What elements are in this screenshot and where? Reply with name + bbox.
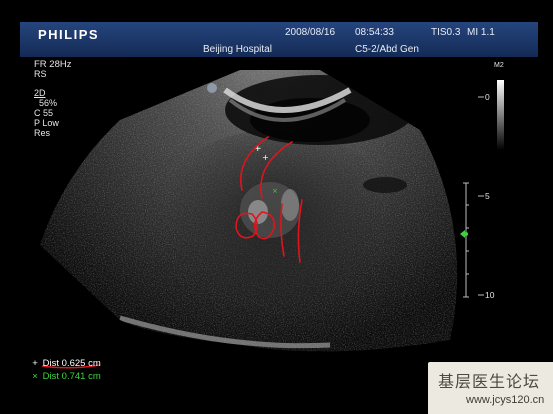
gain-value: 56%	[39, 98, 58, 108]
measurement-value: 0.625 cm	[61, 358, 101, 369]
svg-text:+: +	[262, 153, 269, 162]
measurement-label: Dist	[42, 371, 60, 382]
m2-label: M2	[494, 62, 504, 69]
exam-time: 08:54:33	[355, 27, 394, 38]
measurement-value: 0.741 cm	[61, 371, 101, 382]
frame-rate: FR 28Hz	[34, 59, 72, 70]
svg-text:×: ×	[272, 187, 278, 195]
caliper-plus-icon: +	[32, 358, 38, 369]
probe-preset: C5-2/Abd Gen	[355, 44, 419, 55]
measurement-row: × Dist 0.741 cm	[30, 371, 101, 382]
tis-index: TIS0.3	[431, 27, 461, 38]
rs-label: RS	[34, 69, 47, 79]
header-bar: PHILIPS 2008/08/16 08:54:33 TIS0.3 MI 1.…	[20, 22, 538, 57]
power-value: P Low	[34, 118, 59, 128]
measurement-label: Dist	[42, 358, 60, 369]
watermark-url: www.jcys120.cn	[466, 394, 545, 406]
res-label: Res	[34, 128, 51, 138]
hospital-name: Beijing Hospital	[203, 44, 272, 55]
caliper-cross-icon: ×	[32, 371, 38, 382]
brand-logo: PHILIPS	[38, 27, 100, 42]
ultrasound-screen: + + × PHILIPS 2008/08/16 08:54:33 TIS0.3…	[0, 0, 553, 414]
exam-date: 2008/08/16	[285, 27, 336, 38]
mode-label: 2D	[34, 88, 46, 98]
watermark-text: 基层医生论坛	[438, 372, 541, 391]
depth-tick-0: 0	[485, 92, 490, 102]
measurement-row: + Dist 0.625 cm	[30, 358, 101, 369]
watermark-badge: 基层医生论坛 www.jcys120.cn	[428, 362, 553, 414]
ultrasound-image: + + ×	[40, 70, 504, 369]
depth-tick-10: 10	[485, 290, 495, 300]
depth-tick-5: 5	[485, 191, 490, 201]
compression-value: C 55	[34, 108, 54, 118]
mi-index: MI 1.1	[467, 27, 495, 38]
